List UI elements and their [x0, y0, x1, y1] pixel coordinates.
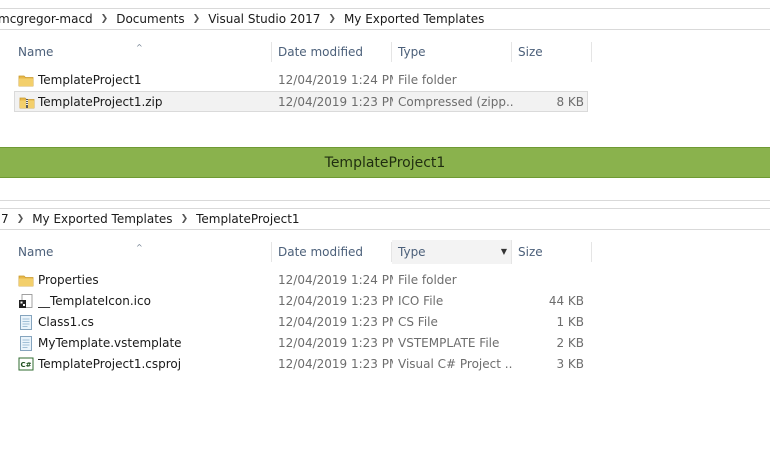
- file-name: TemplateProject1.zip: [38, 95, 163, 109]
- list-item[interactable]: TemplateProject1 12/04/2019 1:24 PM File…: [14, 70, 588, 91]
- file-type: File folder: [398, 273, 457, 287]
- column-type-label: Type: [398, 45, 426, 59]
- chevron-right-icon[interactable]: ❯: [13, 214, 29, 224]
- crumb-documents[interactable]: Documents: [112, 12, 188, 26]
- list-item[interactable]: C# TemplateProject1.csproj 12/04/2019 1:…: [14, 354, 588, 375]
- file-type: CS File: [398, 315, 438, 329]
- column-date[interactable]: Date modified: [272, 40, 392, 64]
- column-name-label: Name: [18, 45, 54, 59]
- file-type: ICO File: [398, 294, 444, 308]
- column-date[interactable]: Date modified: [272, 240, 392, 264]
- column-name[interactable]: ^ Name: [12, 240, 272, 264]
- file-type: File folder: [398, 73, 457, 87]
- list-item[interactable]: Properties 12/04/2019 1:24 PM File folde…: [14, 270, 588, 291]
- list-item[interactable]: Class1.cs 12/04/2019 1:23 PM CS File 1 K…: [14, 312, 588, 333]
- chevron-right-icon[interactable]: ❯: [189, 14, 205, 24]
- column-type[interactable]: Type: [392, 40, 512, 64]
- file-size: [514, 270, 584, 291]
- file-date: 12/04/2019 1:23 PM: [278, 357, 393, 371]
- file-size: 44 KB: [548, 294, 584, 308]
- file-date: 12/04/2019 1:23 PM: [278, 95, 393, 109]
- column-header-top: ^ Name Date modified Type Size: [0, 40, 600, 64]
- ico-file-icon: [19, 294, 33, 308]
- banner-title: TemplateProject1: [324, 154, 446, 171]
- crumb-exported-templates[interactable]: My Exported Templates: [340, 12, 488, 26]
- file-date: 12/04/2019 1:23 PM: [278, 315, 393, 329]
- list-item[interactable]: __TemplateIcon.ico 12/04/2019 1:23 PM IC…: [14, 291, 588, 312]
- file-date: 12/04/2019 1:23 PM: [278, 294, 393, 308]
- list-item[interactable]: TemplateProject1.zip 12/04/2019 1:23 PM …: [14, 91, 588, 112]
- file-size: 3 KB: [556, 357, 584, 371]
- file-name: __TemplateIcon.ico: [38, 294, 151, 308]
- file-size: 1 KB: [556, 315, 584, 329]
- cs-file-icon: [20, 315, 32, 330]
- column-size[interactable]: Size: [512, 240, 592, 264]
- column-name-label: Name: [18, 245, 54, 259]
- crumb-visual-studio[interactable]: Visual Studio 2017: [204, 12, 324, 26]
- folder-icon: [18, 275, 34, 287]
- file-size: 2 KB: [556, 336, 584, 350]
- breadcrumb-bottom[interactable]: 7 ❯ My Exported Templates ❯ TemplateProj…: [0, 208, 770, 230]
- file-size: [514, 70, 584, 91]
- column-size[interactable]: Size: [512, 40, 592, 64]
- column-type-label: Type: [398, 245, 426, 259]
- file-type: Visual C# Project ...: [398, 357, 513, 371]
- chevron-right-icon[interactable]: ❯: [324, 14, 340, 24]
- breadcrumb-top[interactable]: mcgregor-macd ❯ Documents ❯ Visual Studi…: [0, 8, 770, 30]
- file-date: 12/04/2019 1:24 PM: [278, 73, 393, 87]
- csproj-file-icon: C#: [18, 357, 34, 371]
- column-type[interactable]: Type ▼: [392, 240, 512, 264]
- folder-icon: [18, 75, 34, 87]
- crumb-truncated[interactable]: 7: [0, 212, 13, 226]
- chevron-down-icon[interactable]: ▼: [501, 240, 507, 264]
- chevron-right-icon[interactable]: ❯: [97, 14, 113, 24]
- file-size: 8 KB: [556, 95, 584, 109]
- file-name: TemplateProject1: [38, 73, 142, 87]
- column-header-bottom: ^ Name Date modified Type ▼ Size: [0, 240, 600, 264]
- list-item[interactable]: MyTemplate.vstemplate 12/04/2019 1:23 PM…: [14, 333, 588, 354]
- sort-ascending-icon: ^: [136, 243, 143, 252]
- file-type: VSTEMPLATE File: [398, 336, 500, 350]
- chevron-right-icon[interactable]: ❯: [177, 214, 193, 224]
- svg-text:C#: C#: [20, 361, 31, 369]
- file-date: 12/04/2019 1:24 PM: [278, 273, 393, 287]
- crumb-user[interactable]: mcgregor-macd: [0, 12, 97, 26]
- file-name: Properties: [38, 273, 99, 287]
- file-type: Compressed (zipp...: [398, 95, 513, 109]
- crumb-exported-templates[interactable]: My Exported Templates: [28, 212, 176, 226]
- vstemplate-file-icon: [20, 336, 32, 351]
- file-name: Class1.cs: [38, 315, 94, 329]
- sort-ascending-icon: ^: [136, 43, 143, 52]
- column-size-label: Size: [518, 245, 543, 259]
- crumb-template-project[interactable]: TemplateProject1: [192, 212, 303, 226]
- column-name[interactable]: ^ Name: [12, 40, 272, 64]
- file-name: MyTemplate.vstemplate: [38, 336, 182, 350]
- divider: [0, 200, 770, 201]
- file-date: 12/04/2019 1:23 PM: [278, 336, 393, 350]
- column-date-label: Date modified: [278, 245, 364, 259]
- column-size-label: Size: [518, 45, 543, 59]
- zip-folder-icon: [19, 97, 35, 109]
- section-banner: TemplateProject1: [0, 147, 770, 178]
- file-name: TemplateProject1.csproj: [38, 357, 182, 371]
- column-date-label: Date modified: [278, 45, 364, 59]
